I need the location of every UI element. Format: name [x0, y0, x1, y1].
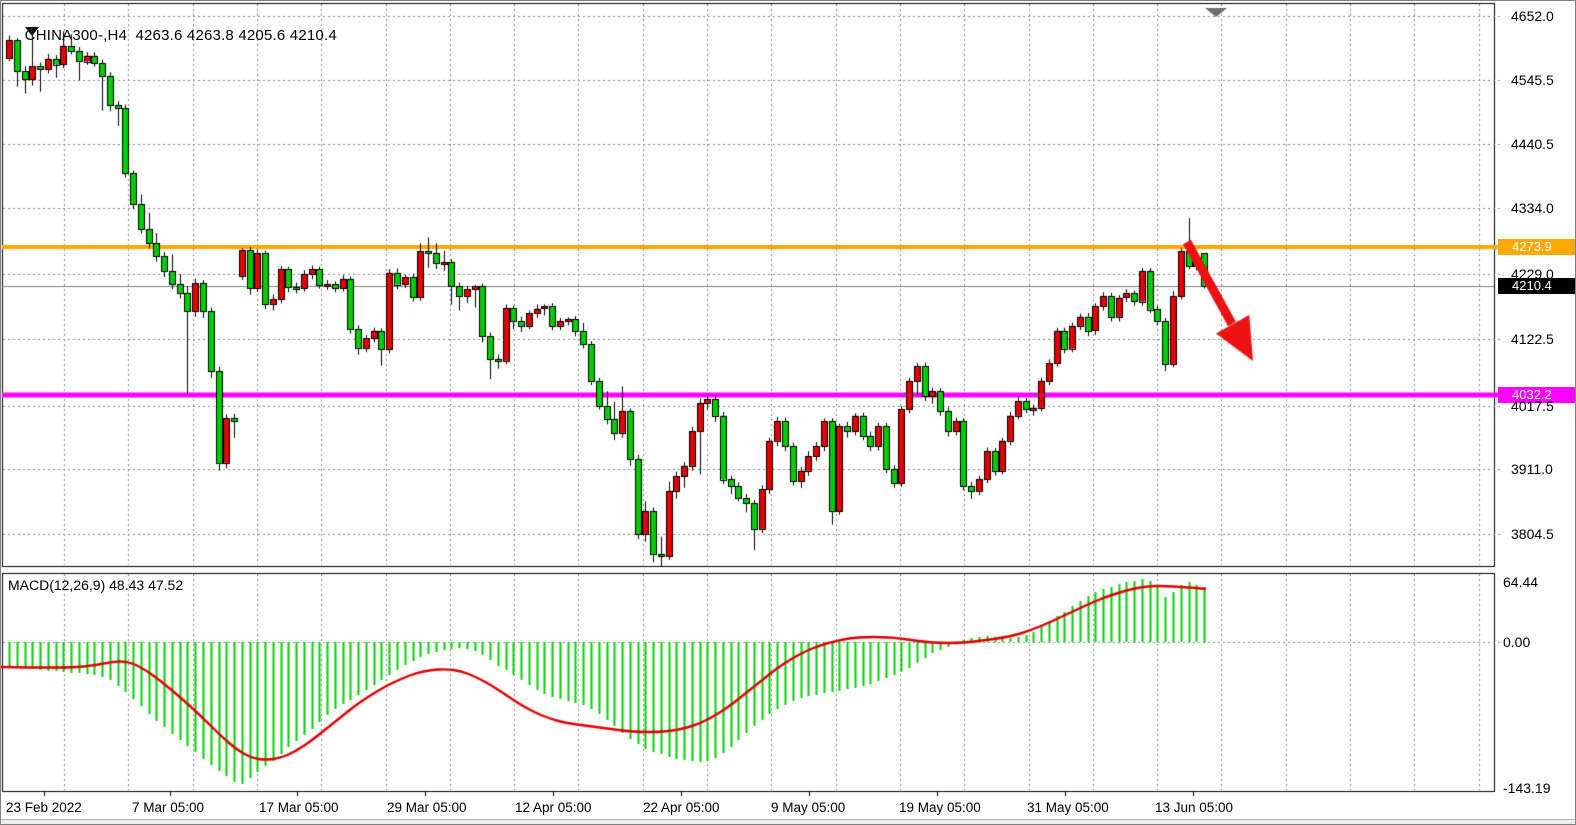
macd-axis-label: 0.00	[1503, 634, 1530, 650]
window-bottom-strip	[1, 819, 1576, 825]
time-axis-label: 29 Mar 05:00	[387, 800, 467, 815]
symbol-period-label: CHINA300-,H4	[25, 27, 127, 44]
price-axis-label: 4652.0	[1511, 8, 1554, 24]
price-axis-label: 4229.0	[1511, 266, 1554, 282]
price-axis-label: 4334.0	[1511, 200, 1554, 216]
time-axis-label: 19 May 05:00	[899, 800, 981, 815]
trading-chart-window: CHINA300-,H4 4263.6 4263.8 4205.6 4210.4…	[0, 0, 1576, 825]
symbol-down-triangle-icon	[25, 27, 39, 36]
ohlc-values-label: 4263.6 4263.8 4205.6 4210.4	[135, 27, 336, 44]
macd-axis-label: -143.19	[1503, 780, 1550, 796]
price-axis-label: 3911.0	[1511, 461, 1553, 477]
time-axis-label: 12 Apr 05:00	[515, 800, 592, 815]
time-axis-label: 22 Apr 05:00	[643, 800, 720, 815]
time-axis-label: 23 Feb 2022	[6, 800, 82, 815]
macd-axis-label: 64.44	[1503, 574, 1538, 590]
price-axis-label: 4545.5	[1511, 72, 1554, 88]
price-axis-label: 3804.5	[1511, 526, 1554, 542]
macd-indicator-label: MACD(12,26,9) 48.43 47.52	[8, 577, 183, 593]
time-axis-label: 17 Mar 05:00	[259, 800, 339, 815]
price-axis-label: 4122.5	[1511, 331, 1554, 347]
time-axis-label: 31 May 05:00	[1027, 800, 1109, 815]
time-axis-label: 9 May 05:00	[771, 800, 845, 815]
price-chart-canvas[interactable]	[1, 1, 1576, 825]
chart-title: CHINA300-,H4 4263.6 4263.8 4205.6 4210.4	[8, 10, 337, 61]
time-axis-label: 7 Mar 05:00	[132, 800, 204, 815]
time-axis-label: 13 Jun 05:00	[1155, 800, 1233, 815]
price-axis-label: 4017.5	[1511, 398, 1554, 414]
price-axis-label: 4440.5	[1511, 136, 1554, 152]
resistance-price-tag: 4273.9	[1498, 239, 1576, 255]
